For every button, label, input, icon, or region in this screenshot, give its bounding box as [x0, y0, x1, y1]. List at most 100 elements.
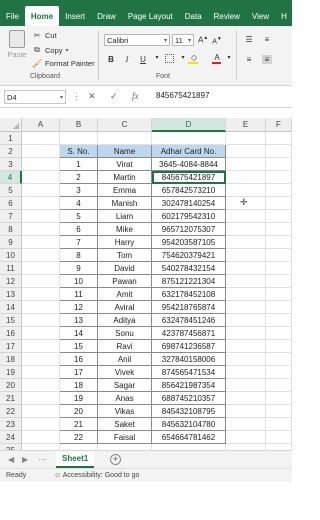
table-cell[interactable]: 22 [60, 431, 98, 444]
table-cell[interactable]: 657842573210 [152, 184, 226, 197]
table-cell[interactable]: Sagar [98, 379, 152, 392]
tab-draw[interactable]: Draw [91, 6, 122, 26]
align-middle-button[interactable]: ≡ [262, 35, 272, 44]
cell[interactable] [266, 379, 292, 392]
cell[interactable] [22, 197, 60, 210]
cell[interactable] [266, 353, 292, 366]
cell[interactable] [226, 405, 266, 418]
cell[interactable] [226, 301, 266, 314]
row-header-3[interactable]: 3 [0, 158, 22, 171]
underline-dropdown[interactable]: ▾ [152, 54, 162, 61]
table-cell[interactable]: 20 [60, 405, 98, 418]
table-header-cell[interactable]: S. No. [60, 145, 98, 158]
cell[interactable] [266, 431, 292, 444]
formula-input[interactable]: 845675421897 [156, 91, 209, 100]
cell[interactable] [226, 262, 266, 275]
table-cell[interactable]: 602179542310 [152, 210, 226, 223]
cell[interactable] [22, 379, 60, 392]
cell[interactable] [22, 366, 60, 379]
cell[interactable] [266, 366, 292, 379]
row-header-8[interactable]: 8 [0, 223, 22, 236]
table-cell[interactable]: Ravi [98, 340, 152, 353]
borders-button[interactable] [163, 54, 175, 65]
cell[interactable] [266, 288, 292, 301]
table-cell[interactable]: 8 [60, 249, 98, 262]
row-header-10[interactable]: 10 [0, 249, 22, 262]
table-cell[interactable]: 540278432154 [152, 262, 226, 275]
cell[interactable] [266, 223, 292, 236]
cell[interactable] [226, 158, 266, 171]
cell[interactable] [22, 418, 60, 431]
table-cell[interactable]: 10 [60, 275, 98, 288]
table-cell[interactable]: 11 [60, 288, 98, 301]
table-cell[interactable]: 12 [60, 301, 98, 314]
table-cell[interactable]: 19 [60, 392, 98, 405]
add-sheet-button[interactable]: + [110, 454, 121, 465]
cell[interactable] [226, 327, 266, 340]
table-cell[interactable]: 875121221304 [152, 275, 226, 288]
fill-color-button[interactable]: ◇ [188, 53, 200, 64]
cell[interactable] [152, 132, 226, 145]
align-top-button[interactable]: ☰ [244, 35, 254, 44]
format-painter-button[interactable]: 🖌 Format Painter [32, 59, 95, 68]
table-cell[interactable]: Liam [98, 210, 152, 223]
cell[interactable] [266, 158, 292, 171]
underline-button[interactable]: U [138, 55, 148, 64]
tab-data[interactable]: Data [179, 6, 208, 26]
cell[interactable] [22, 132, 60, 145]
row-header-12[interactable]: 12 [0, 275, 22, 288]
column-header-d[interactable]: D [152, 118, 226, 132]
table-cell[interactable]: 9 [60, 262, 98, 275]
table-cell[interactable]: 2 [60, 171, 98, 184]
cell[interactable] [22, 301, 60, 314]
table-cell[interactable]: Manish [98, 197, 152, 210]
bold-button[interactable]: B [106, 55, 116, 64]
cell[interactable] [22, 392, 60, 405]
table-cell[interactable]: 6 [60, 223, 98, 236]
cell[interactable] [226, 353, 266, 366]
cell[interactable] [266, 418, 292, 431]
row-header-1[interactable]: 1 [0, 132, 22, 145]
table-cell[interactable]: 15 [60, 340, 98, 353]
row-header-6[interactable]: 6 [0, 197, 22, 210]
table-cell[interactable]: Saket [98, 418, 152, 431]
row-header-21[interactable]: 21 [0, 392, 22, 405]
table-cell[interactable]: Pawan [98, 275, 152, 288]
cell[interactable] [22, 275, 60, 288]
table-cell[interactable]: 4 [60, 197, 98, 210]
cut-button[interactable]: ✂ Cut [32, 31, 57, 40]
cell[interactable] [22, 184, 60, 197]
table-cell[interactable]: 3645-4084-8844 [152, 158, 226, 171]
column-header-c[interactable]: C [98, 118, 152, 132]
table-cell[interactable]: 3 [60, 184, 98, 197]
sheet-tab-sheet1[interactable]: Sheet1 [56, 451, 95, 468]
table-cell[interactable]: 874565471534 [152, 366, 226, 379]
row-header-23[interactable]: 23 [0, 418, 22, 431]
cell[interactable] [226, 210, 266, 223]
cell[interactable] [266, 197, 292, 210]
cell[interactable] [266, 327, 292, 340]
italic-button[interactable]: I [122, 55, 132, 64]
cell[interactable] [226, 418, 266, 431]
cell[interactable] [226, 184, 266, 197]
cell[interactable] [266, 171, 292, 184]
table-cell[interactable]: Mike [98, 223, 152, 236]
font-name-dropdown[interactable]: Calibri ▾ [104, 34, 170, 46]
tab-insert[interactable]: Insert [59, 6, 91, 26]
cell[interactable] [266, 301, 292, 314]
table-cell[interactable]: 5 [60, 210, 98, 223]
cell[interactable] [22, 249, 60, 262]
table-cell[interactable]: 632478451246 [152, 314, 226, 327]
name-box[interactable]: D4 ▾ [4, 90, 66, 104]
row-header-24[interactable]: 24 [0, 431, 22, 444]
cell[interactable] [226, 171, 266, 184]
cell[interactable] [226, 132, 266, 145]
table-cell[interactable]: Aditya [98, 314, 152, 327]
accessibility-status[interactable]: ☺ Accessibility: Good to go [54, 472, 139, 479]
table-cell[interactable]: 16 [60, 353, 98, 366]
table-cell[interactable]: 18 [60, 379, 98, 392]
cell[interactable] [226, 236, 266, 249]
insert-function-icon[interactable]: fx [132, 91, 139, 101]
cell[interactable] [22, 223, 60, 236]
cell[interactable] [266, 145, 292, 158]
